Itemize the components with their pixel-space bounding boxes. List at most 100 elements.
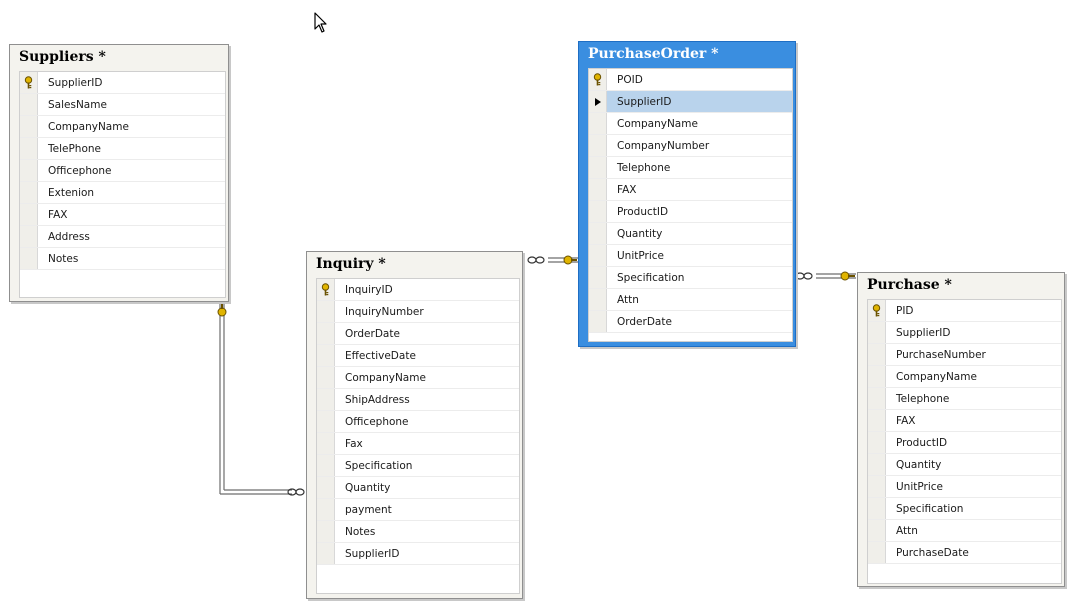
- row-selector[interactable]: [589, 267, 607, 288]
- row-selector[interactable]: [20, 160, 38, 181]
- column-row[interactable]: FAX: [868, 410, 1061, 432]
- column-row[interactable]: Telephone: [589, 157, 792, 179]
- column-row[interactable]: CompanyNumber: [589, 135, 792, 157]
- column-row[interactable]: Quantity: [868, 454, 1061, 476]
- row-selector[interactable]: [868, 344, 886, 365]
- row-selector[interactable]: [868, 498, 886, 519]
- column-row[interactable]: FAX: [589, 179, 792, 201]
- column-row[interactable]: ProductID: [868, 432, 1061, 454]
- table-inquiry[interactable]: Inquiry * InquiryID InquiryNumber OrderDat…: [306, 251, 523, 599]
- row-selector[interactable]: [317, 367, 335, 388]
- column-row[interactable]: ShipAddress: [317, 389, 519, 411]
- table-suppliers[interactable]: Suppliers * SupplierID SalesName CompanyNa…: [9, 44, 229, 302]
- row-selector[interactable]: [317, 279, 335, 300]
- column-row[interactable]: FAX: [20, 204, 225, 226]
- row-selector[interactable]: [868, 366, 886, 387]
- table-title[interactable]: Inquiry *: [307, 252, 522, 276]
- row-selector[interactable]: [317, 433, 335, 454]
- column-row[interactable]: SupplierID: [589, 91, 792, 113]
- row-selector[interactable]: [589, 311, 607, 332]
- row-selector[interactable]: [868, 432, 886, 453]
- row-selector[interactable]: [20, 94, 38, 115]
- row-selector[interactable]: [317, 521, 335, 542]
- column-row[interactable]: CompanyName: [868, 366, 1061, 388]
- column-row[interactable]: Officephone: [20, 160, 225, 182]
- row-selector[interactable]: [868, 388, 886, 409]
- row-selector[interactable]: [20, 182, 38, 203]
- row-selector[interactable]: [589, 223, 607, 244]
- relationship-purchaseorder-purchase[interactable]: [816, 273, 856, 279]
- column-row[interactable]: PurchaseDate: [868, 542, 1061, 564]
- row-selector[interactable]: [20, 72, 38, 93]
- column-row[interactable]: PurchaseNumber: [868, 344, 1061, 366]
- table-title[interactable]: Suppliers *: [10, 45, 228, 69]
- column-row[interactable]: Notes: [20, 248, 225, 270]
- column-row[interactable]: Officephone: [317, 411, 519, 433]
- row-selector[interactable]: [589, 245, 607, 266]
- row-selector[interactable]: [589, 135, 607, 156]
- column-row[interactable]: Extenion: [20, 182, 225, 204]
- column-row[interactable]: Address: [20, 226, 225, 248]
- column-row[interactable]: PID: [868, 300, 1061, 322]
- column-row[interactable]: OrderDate: [589, 311, 792, 333]
- row-selector[interactable]: [589, 91, 607, 112]
- row-selector[interactable]: [868, 542, 886, 563]
- table-title[interactable]: Purchase *: [858, 273, 1064, 297]
- row-selector[interactable]: [868, 322, 886, 343]
- row-selector[interactable]: [317, 345, 335, 366]
- column-row[interactable]: EffectiveDate: [317, 345, 519, 367]
- relationship-suppliers-inquiry[interactable]: [219, 304, 292, 495]
- row-selector[interactable]: [868, 520, 886, 541]
- column-row[interactable]: UnitPrice: [589, 245, 792, 267]
- row-selector[interactable]: [317, 411, 335, 432]
- column-row[interactable]: payment: [317, 499, 519, 521]
- column-row[interactable]: Specification: [589, 267, 792, 289]
- row-selector[interactable]: [20, 226, 38, 247]
- column-row[interactable]: Notes: [317, 521, 519, 543]
- column-row[interactable]: POID: [589, 69, 792, 91]
- column-row[interactable]: SupplierID: [20, 72, 225, 94]
- table-purchaseorder[interactable]: PurchaseOrder * POID SupplierID CompanyNam…: [578, 41, 796, 347]
- column-row[interactable]: CompanyName: [317, 367, 519, 389]
- relationship-inquiry-purchaseorder[interactable]: [548, 257, 578, 263]
- table-purchase[interactable]: Purchase * PID SupplierID PurchaseNumber Co…: [857, 272, 1065, 587]
- row-selector[interactable]: [868, 410, 886, 431]
- column-row[interactable]: SupplierID: [317, 543, 519, 565]
- table-title[interactable]: PurchaseOrder *: [579, 42, 795, 66]
- column-row[interactable]: Specification: [868, 498, 1061, 520]
- row-selector[interactable]: [20, 248, 38, 269]
- row-selector[interactable]: [868, 300, 886, 321]
- row-selector[interactable]: [317, 543, 335, 564]
- column-row[interactable]: TelePhone: [20, 138, 225, 160]
- row-selector[interactable]: [589, 69, 607, 90]
- row-selector[interactable]: [20, 204, 38, 225]
- column-row[interactable]: CompanyName: [589, 113, 792, 135]
- column-row[interactable]: Quantity: [317, 477, 519, 499]
- row-selector[interactable]: [317, 323, 335, 344]
- row-selector[interactable]: [589, 179, 607, 200]
- column-row[interactable]: SupplierID: [868, 322, 1061, 344]
- column-row[interactable]: Attn: [868, 520, 1061, 542]
- row-selector[interactable]: [317, 499, 335, 520]
- row-selector[interactable]: [317, 455, 335, 476]
- column-row[interactable]: InquiryID: [317, 279, 519, 301]
- column-row[interactable]: UnitPrice: [868, 476, 1061, 498]
- row-selector[interactable]: [20, 116, 38, 137]
- row-selector[interactable]: [589, 157, 607, 178]
- row-selector[interactable]: [868, 476, 886, 497]
- column-row[interactable]: Quantity: [589, 223, 792, 245]
- column-row[interactable]: OrderDate: [317, 323, 519, 345]
- column-row[interactable]: Fax: [317, 433, 519, 455]
- row-selector[interactable]: [20, 138, 38, 159]
- column-row[interactable]: SalesName: [20, 94, 225, 116]
- column-row[interactable]: InquiryNumber: [317, 301, 519, 323]
- row-selector[interactable]: [868, 454, 886, 475]
- row-selector[interactable]: [317, 301, 335, 322]
- column-row[interactable]: CompanyName: [20, 116, 225, 138]
- row-selector[interactable]: [317, 477, 335, 498]
- row-selector[interactable]: [317, 389, 335, 410]
- row-selector[interactable]: [589, 201, 607, 222]
- column-row[interactable]: Specification: [317, 455, 519, 477]
- column-row[interactable]: Attn: [589, 289, 792, 311]
- row-selector[interactable]: [589, 113, 607, 134]
